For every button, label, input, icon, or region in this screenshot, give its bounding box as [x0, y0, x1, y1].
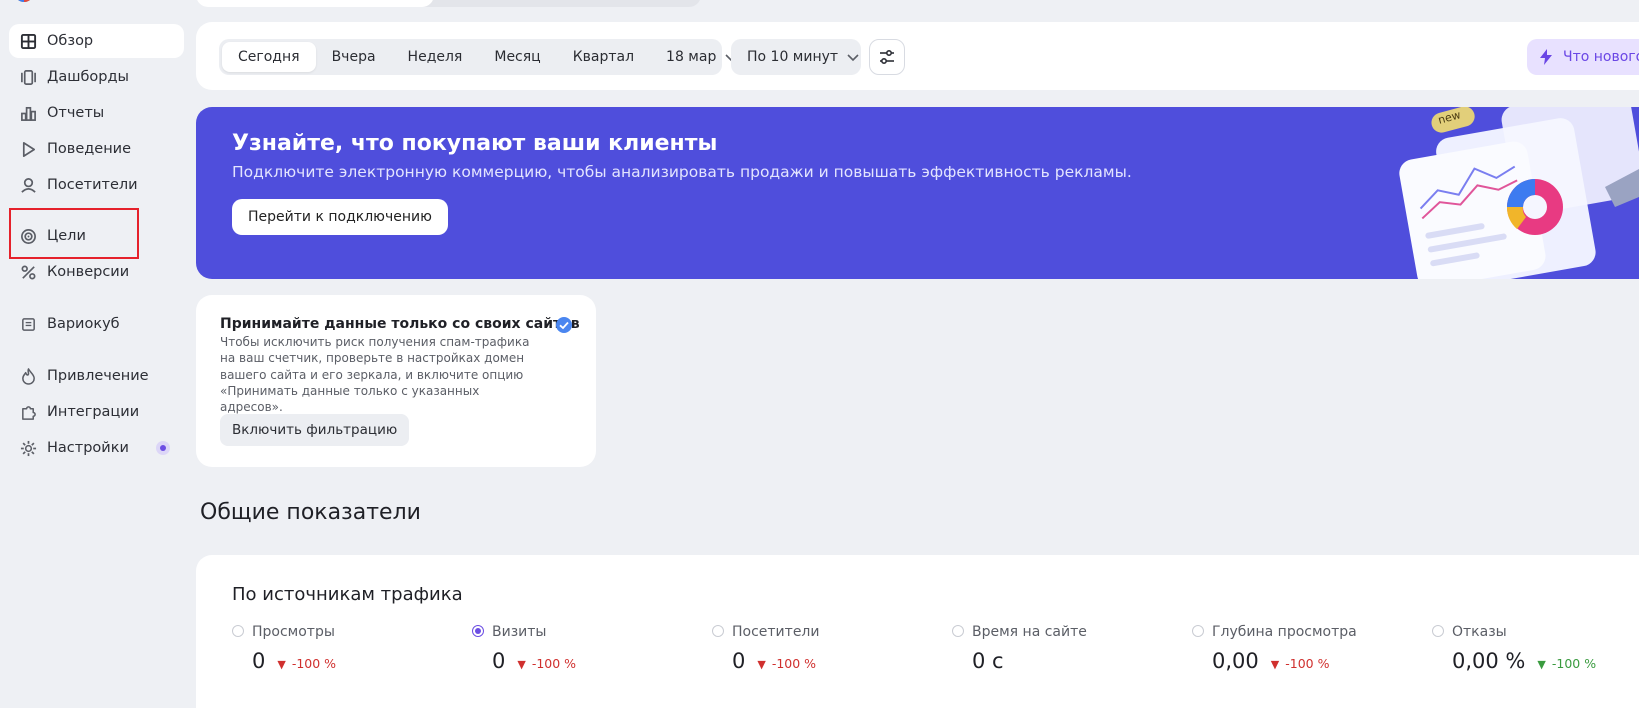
- sidebar: Обзор Дашборды Отчеты Поведение Посетите…: [0, 0, 186, 708]
- sidebar-item-reports[interactable]: Отчеты: [9, 96, 184, 130]
- metric-label: Отказы: [1452, 624, 1507, 640]
- metric-bounce-rate[interactable]: Отказы 0,00 % ▼ -100 %: [1432, 624, 1596, 673]
- radio-button[interactable]: [1432, 625, 1444, 637]
- user-icon: [19, 176, 37, 194]
- triangle-down-icon: ▼: [517, 658, 526, 671]
- metric-delta: ▼ -100 %: [1270, 656, 1330, 671]
- cube-icon: [19, 315, 37, 333]
- triangle-down-icon: ▼: [1537, 658, 1546, 671]
- sidebar-item-dashboards[interactable]: Дашборды: [9, 60, 184, 94]
- sidebar-item-acquisition[interactable]: Привлечение: [9, 359, 184, 393]
- date-select-value: 18 мар: [666, 49, 717, 65]
- granularity-value: По 10 минут: [747, 49, 839, 65]
- sidebar-item-label: Отчеты: [47, 105, 105, 121]
- notification-dot: [156, 441, 170, 455]
- metric-label: Время на сайте: [972, 624, 1087, 640]
- sidebar-item-behavior[interactable]: Поведение: [9, 132, 184, 166]
- whats-new-button[interactable]: Что нового: [1527, 39, 1639, 75]
- metric-delta: ▼ -100 %: [757, 656, 817, 671]
- sidebar-item-variocube[interactable]: Вариокуб: [9, 307, 184, 341]
- spam-card-title: Принимайте данные только со своих сайтов: [220, 316, 580, 332]
- sidebar-item-conversions[interactable]: Конверсии: [9, 255, 184, 289]
- period-quarter-button[interactable]: Квартал: [557, 42, 650, 72]
- metric-delta: ▼ -100 %: [277, 656, 337, 671]
- metric-visits[interactable]: Визиты 0 ▼ -100 %: [472, 624, 576, 673]
- triangle-down-icon: ▼: [1270, 658, 1280, 671]
- metric-label: Визиты: [492, 624, 547, 640]
- percent-icon: [19, 263, 37, 281]
- sidebar-item-label: Настройки: [47, 440, 129, 456]
- sliders-icon: [880, 49, 894, 65]
- banner-subtitle: Подключите электронную коммерцию, чтобы …: [232, 163, 1132, 181]
- banner-title: Узнайте, что покупают ваши клиенты: [232, 131, 718, 156]
- filters-button[interactable]: [869, 39, 905, 75]
- metric-value: 0: [492, 649, 506, 673]
- dashboards-icon: [19, 68, 37, 86]
- play-icon: [19, 140, 37, 158]
- puzzle-icon: [19, 403, 37, 421]
- sidebar-item-label: Дашборды: [47, 69, 129, 85]
- sidebar-item-label: Конверсии: [47, 264, 130, 280]
- sidebar-item-label: Поведение: [47, 141, 132, 157]
- period-yesterday-button[interactable]: Вчера: [316, 42, 392, 72]
- metric-time-on-site[interactable]: Время на сайте 0 с: [952, 624, 1087, 673]
- sidebar-item-overview[interactable]: Обзор: [9, 24, 184, 58]
- radio-button[interactable]: [232, 625, 244, 637]
- grid-icon: [19, 32, 37, 50]
- metrics-card: [196, 555, 1639, 708]
- period-today-button[interactable]: Сегодня: [222, 42, 316, 72]
- period-week-button[interactable]: Неделя: [392, 42, 479, 72]
- metric-label: Глубина просмотра: [1212, 624, 1357, 640]
- sidebar-item-label: Интеграции: [47, 404, 140, 420]
- sidebar-item-visitors[interactable]: Посетители: [9, 168, 184, 202]
- metric-value: 0,00 %: [1452, 649, 1526, 673]
- metric-visitors[interactable]: Посетители 0 ▼ -100 %: [712, 624, 819, 673]
- radio-button[interactable]: [1192, 625, 1204, 637]
- highlight-box: [9, 208, 139, 259]
- chevron-down-icon: [847, 54, 859, 62]
- sidebar-item-label: Вариокуб: [47, 316, 120, 332]
- whats-new-label: Что нового: [1563, 49, 1639, 65]
- radio-button[interactable]: [952, 625, 964, 637]
- lightning-icon: [1540, 49, 1552, 65]
- section-title: Общие показатели: [200, 500, 421, 525]
- metric-delta: ▼ -100 %: [1537, 656, 1597, 671]
- check-circle-icon: [556, 317, 572, 333]
- metric-label: Посетители: [732, 624, 820, 640]
- sidebar-item-integrations[interactable]: Интеграции: [9, 395, 184, 429]
- triangle-down-icon: ▼: [757, 658, 766, 671]
- period-selector: Сегодня Вчера Неделя Месяц Квартал 18 ма…: [219, 39, 737, 75]
- enable-filtering-button[interactable]: Включить фильтрацию: [220, 414, 410, 446]
- metrics-title: По источникам трафика: [232, 584, 463, 605]
- radio-button[interactable]: [712, 625, 724, 637]
- triangle-down-icon: ▼: [277, 658, 286, 671]
- metric-delta: ▼ -100 %: [517, 656, 577, 671]
- gear-icon: [19, 439, 37, 457]
- spam-card-text: Чтобы исключить риск получения спам-траф…: [220, 335, 530, 415]
- radio-button-selected[interactable]: [472, 625, 484, 637]
- connect-ecommerce-button[interactable]: Перейти к подключению: [232, 199, 448, 235]
- sidebar-item-settings[interactable]: Настройки: [9, 431, 184, 465]
- metric-pageviews[interactable]: Просмотры 0 ▼ -100 %: [232, 624, 336, 673]
- metric-value: 0 с: [972, 649, 1004, 673]
- flame-icon: [19, 367, 37, 385]
- sidebar-item-label: Привлечение: [47, 368, 149, 384]
- logo-icon[interactable]: [14, 0, 74, 4]
- top-tab-active[interactable]: [196, 0, 434, 7]
- sidebar-item-label: Обзор: [47, 33, 94, 49]
- metric-value: 0,00: [1212, 649, 1259, 673]
- granularity-select[interactable]: По 10 минут: [731, 39, 861, 75]
- sidebar-item-label: Посетители: [47, 177, 138, 193]
- metric-label: Просмотры: [252, 624, 335, 640]
- metric-value: 0: [732, 649, 746, 673]
- period-month-button[interactable]: Месяц: [478, 42, 556, 72]
- metric-value: 0: [252, 649, 266, 673]
- bar-chart-icon: [19, 104, 37, 122]
- metric-page-depth[interactable]: Глубина просмотра 0,00 ▼ -100 %: [1192, 624, 1357, 673]
- banner-illustration: [1399, 107, 1639, 279]
